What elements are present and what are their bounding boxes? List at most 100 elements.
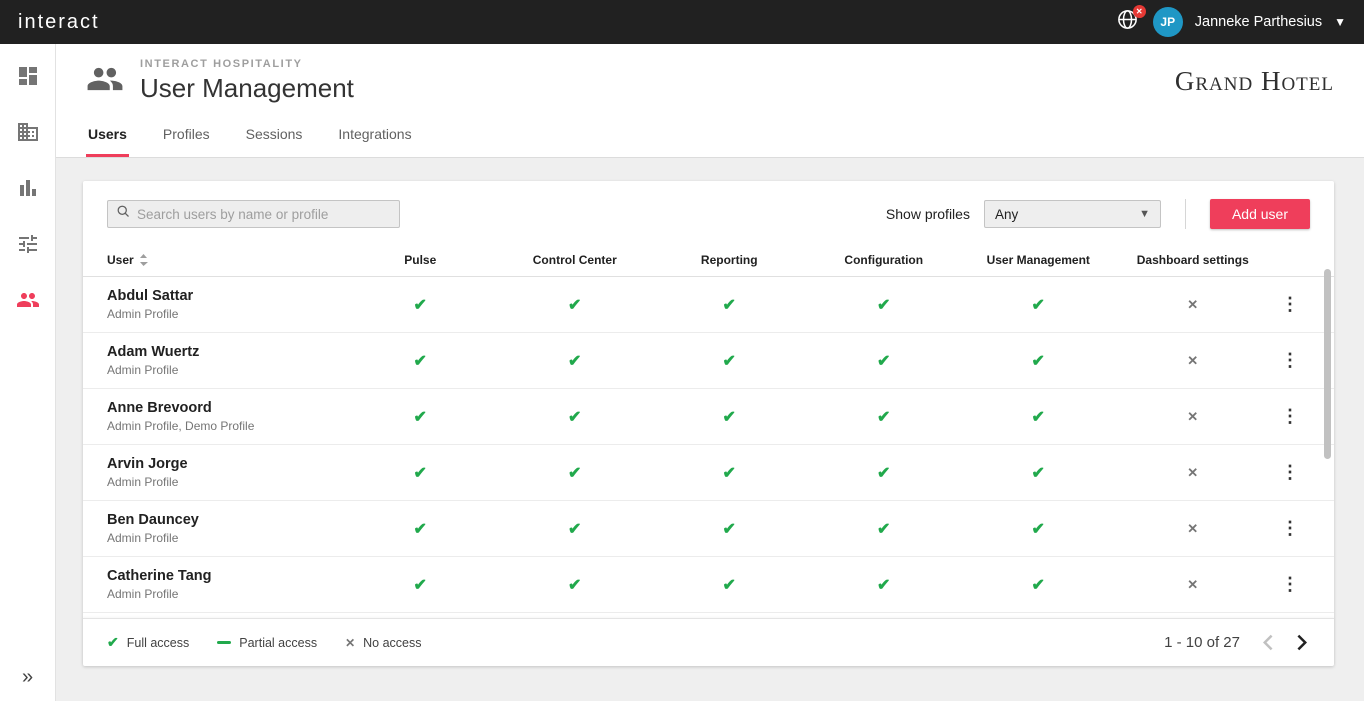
full-access-icon: ✔	[1032, 353, 1045, 370]
user-name: Abdul Sattar	[107, 288, 343, 304]
sidebar-item-user-management[interactable]	[12, 286, 44, 318]
vertical-scrollbar[interactable]	[1324, 269, 1331, 459]
full-access-icon: ✔	[723, 297, 736, 314]
user-name: Ben Dauncey	[107, 512, 343, 528]
pagination: 1 - 10 of 27	[1164, 632, 1310, 653]
card-toolbar: Show profiles Any ▼ Add user	[83, 181, 1334, 243]
sort-icon[interactable]	[139, 254, 148, 266]
breadcrumb: INTERACT HOSPITALITY	[140, 58, 354, 70]
app-logo[interactable]: interact	[18, 11, 100, 34]
search-icon	[116, 204, 131, 224]
access-cell: ✔	[807, 575, 962, 595]
sidebar-item-configuration[interactable]	[12, 230, 44, 262]
add-user-button[interactable]: Add user	[1210, 199, 1310, 229]
user-profiles: Admin Profile	[107, 587, 343, 601]
row-menu-button[interactable]: ⋮	[1275, 572, 1305, 596]
column-label: Dashboard settings	[1137, 253, 1249, 267]
full-access-icon: ✔	[414, 353, 427, 370]
card-footer: ✔Full accessPartial access✕No access 1 -…	[83, 618, 1334, 666]
user-cell: Anne BrevoordAdmin Profile, Demo Profile	[107, 400, 343, 433]
no-access-icon: ✕	[1187, 521, 1198, 536]
profiles-filter-value: Any	[995, 207, 1018, 222]
search-input[interactable]	[137, 207, 391, 222]
access-cell: ✔	[343, 351, 498, 371]
page-title: User Management	[140, 73, 354, 104]
table-row: Anne BrevoordAdmin Profile, Demo Profile…	[83, 389, 1334, 445]
full-access-icon: ✔	[568, 297, 581, 314]
full-access-icon: ✔	[414, 409, 427, 426]
table-header-row: UserPulseControl CenterReportingConfigur…	[83, 243, 1334, 277]
sidebar-item-dashboard[interactable]	[12, 62, 44, 94]
topbar: interact ✕ JP Janneke Parthesius ▼	[0, 0, 1364, 44]
actions-cell: ⋮	[1270, 518, 1310, 539]
full-access-icon: ✔	[414, 297, 427, 314]
user-profiles: Admin Profile	[107, 307, 343, 321]
access-cell: ✔	[961, 575, 1116, 595]
column-label: Control Center	[533, 253, 617, 267]
access-cell: ✔	[343, 295, 498, 315]
row-menu-button[interactable]: ⋮	[1275, 460, 1305, 484]
sidebar-nav	[12, 62, 44, 318]
user-name: Anne Brevoord	[107, 400, 343, 416]
user-name: Catherine Tang	[107, 568, 343, 584]
building-icon	[16, 120, 40, 149]
legend-item: Partial access	[217, 636, 317, 650]
access-cell: ✔	[652, 463, 807, 483]
user-name: Janneke Parthesius	[1195, 14, 1322, 30]
legend-item: ✕No access	[345, 636, 421, 650]
tab-users[interactable]: Users	[86, 122, 129, 157]
no-access-icon: ✕	[1187, 465, 1198, 480]
access-cell: ✔	[807, 295, 962, 315]
avatar[interactable]: JP	[1153, 7, 1183, 37]
tab-sessions[interactable]: Sessions	[244, 122, 305, 157]
user-menu-caret-icon[interactable]: ▼	[1334, 15, 1346, 29]
full-access-icon: ✔	[568, 409, 581, 426]
row-menu-button[interactable]: ⋮	[1275, 348, 1305, 372]
sidebar-item-reporting[interactable]	[12, 174, 44, 206]
user-profiles: Admin Profile	[107, 363, 343, 377]
access-cell: ✔	[498, 575, 653, 595]
tab-integrations[interactable]: Integrations	[336, 122, 413, 157]
column-label: User Management	[987, 253, 1090, 267]
full-access-icon: ✔	[568, 465, 581, 482]
access-cell: ✔	[343, 575, 498, 595]
filters-icon	[16, 232, 40, 261]
previous-page-button[interactable]	[1260, 632, 1275, 653]
table-row: Abdul SattarAdmin Profile✔✔✔✔✔✕⋮	[83, 277, 1334, 333]
row-menu-button[interactable]: ⋮	[1275, 516, 1305, 540]
table-row: Ben DaunceyAdmin Profile✔✔✔✔✔✕⋮	[83, 501, 1334, 557]
user-management-icon	[86, 60, 124, 103]
table-row: Adam WuertzAdmin Profile✔✔✔✔✔✕⋮	[83, 333, 1334, 389]
user-name: Adam Wuertz	[107, 344, 343, 360]
column-label: User	[107, 253, 134, 267]
full-access-icon: ✔	[1032, 577, 1045, 594]
access-cell: ✕	[1116, 296, 1271, 314]
access-cell: ✔	[652, 407, 807, 427]
access-cell: ✔	[807, 463, 962, 483]
actions-cell: ⋮	[1270, 462, 1310, 483]
row-menu-button[interactable]: ⋮	[1275, 292, 1305, 316]
no-access-icon: ✕	[345, 636, 355, 650]
sidebar-expand-button[interactable]: »	[22, 666, 33, 689]
user-name: Arvin Jorge	[107, 456, 343, 472]
full-access-icon: ✔	[1032, 409, 1045, 426]
sidebar-item-property[interactable]	[12, 118, 44, 150]
full-access-icon: ✔	[877, 577, 890, 594]
access-cell: ✔	[652, 519, 807, 539]
full-access-icon: ✔	[723, 353, 736, 370]
user-cell: Ben DaunceyAdmin Profile	[107, 512, 343, 545]
next-page-button[interactable]	[1295, 632, 1310, 653]
access-cell: ✔	[498, 519, 653, 539]
tab-profiles[interactable]: Profiles	[161, 122, 212, 157]
access-cell: ✔	[652, 295, 807, 315]
dropdown-caret-icon: ▼	[1139, 208, 1150, 220]
row-menu-button[interactable]: ⋮	[1275, 404, 1305, 428]
column-header-user[interactable]: User	[107, 253, 343, 267]
legend-label: Full access	[127, 636, 190, 650]
column-header-reporting: Reporting	[652, 253, 807, 267]
table-rows: Abdul SattarAdmin Profile✔✔✔✔✔✕⋮Adam Wue…	[83, 277, 1334, 618]
profiles-filter-dropdown[interactable]: Any ▼	[984, 200, 1161, 228]
full-access-icon: ✔	[877, 465, 890, 482]
language-globe-button[interactable]: ✕	[1115, 9, 1141, 35]
bar-chart-icon	[16, 176, 40, 205]
